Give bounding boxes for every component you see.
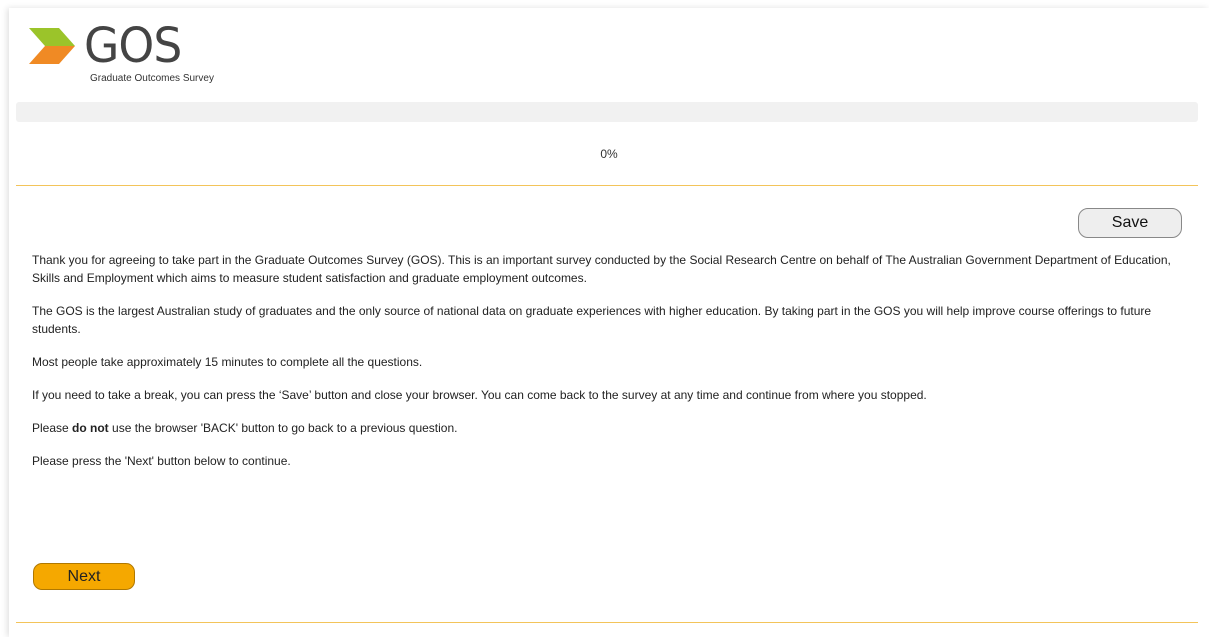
logo-chevron-icon bbox=[29, 28, 75, 64]
next-button[interactable]: Next bbox=[33, 563, 135, 590]
intro-text: Thank you for agreeing to take part in t… bbox=[32, 251, 1197, 485]
intro-paragraph: Thank you for agreeing to take part in t… bbox=[32, 253, 1171, 285]
intro-paragraph: Please press the 'Next' button below to … bbox=[32, 454, 291, 468]
progress-bar bbox=[16, 102, 1198, 122]
survey-page: GOS Graduate Outcomes Survey 0% Save Tha… bbox=[9, 8, 1209, 637]
warning-prefix: Please bbox=[32, 421, 73, 435]
save-button[interactable]: Save bbox=[1078, 208, 1182, 238]
divider-bottom bbox=[16, 622, 1198, 623]
logo-subtitle: Graduate Outcomes Survey bbox=[90, 73, 214, 84]
intro-paragraph: The GOS is the largest Australian study … bbox=[32, 304, 1152, 336]
warning-emphasis: do not bbox=[72, 421, 109, 435]
gos-logo: GOS Graduate Outcomes Survey bbox=[27, 18, 247, 94]
divider-top bbox=[16, 185, 1198, 186]
intro-paragraph: Most people take approximately 15 minute… bbox=[32, 355, 423, 369]
intro-paragraph: If you need to take a break, you can pre… bbox=[32, 388, 927, 402]
warning-suffix: use the browser 'BACK' button to go back… bbox=[108, 421, 458, 435]
intro-paragraph-warning: Please do not use the browser 'BACK' but… bbox=[32, 419, 1197, 437]
progress-percent: 0% bbox=[600, 147, 618, 161]
logo-wordmark: GOS bbox=[84, 18, 182, 74]
